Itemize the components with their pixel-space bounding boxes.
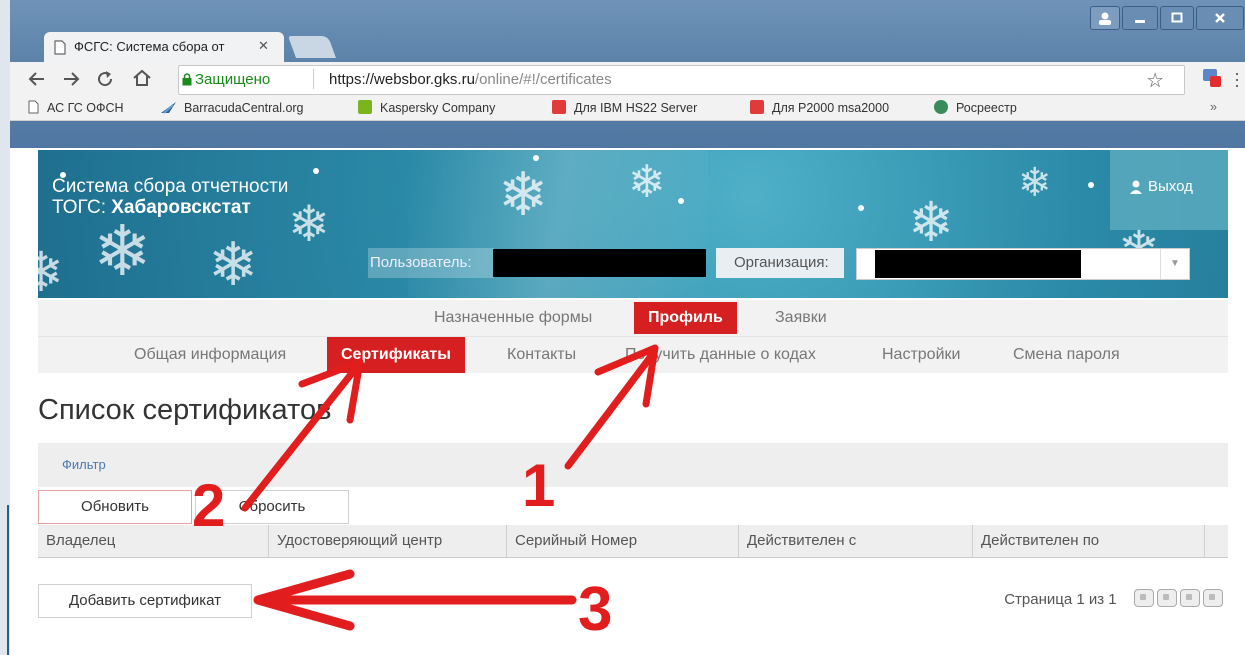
annotation-number-2: 2 xyxy=(192,472,225,539)
annotation-number-3: 3 xyxy=(578,575,612,644)
annotation-arrow-1 xyxy=(564,351,656,470)
annotation-overlay: 1 2 3 xyxy=(192,344,659,644)
annotation-arrow-2 xyxy=(241,364,360,512)
annotation-number-1: 1 xyxy=(522,452,555,519)
annotation-arrowhead-1 xyxy=(594,344,659,408)
